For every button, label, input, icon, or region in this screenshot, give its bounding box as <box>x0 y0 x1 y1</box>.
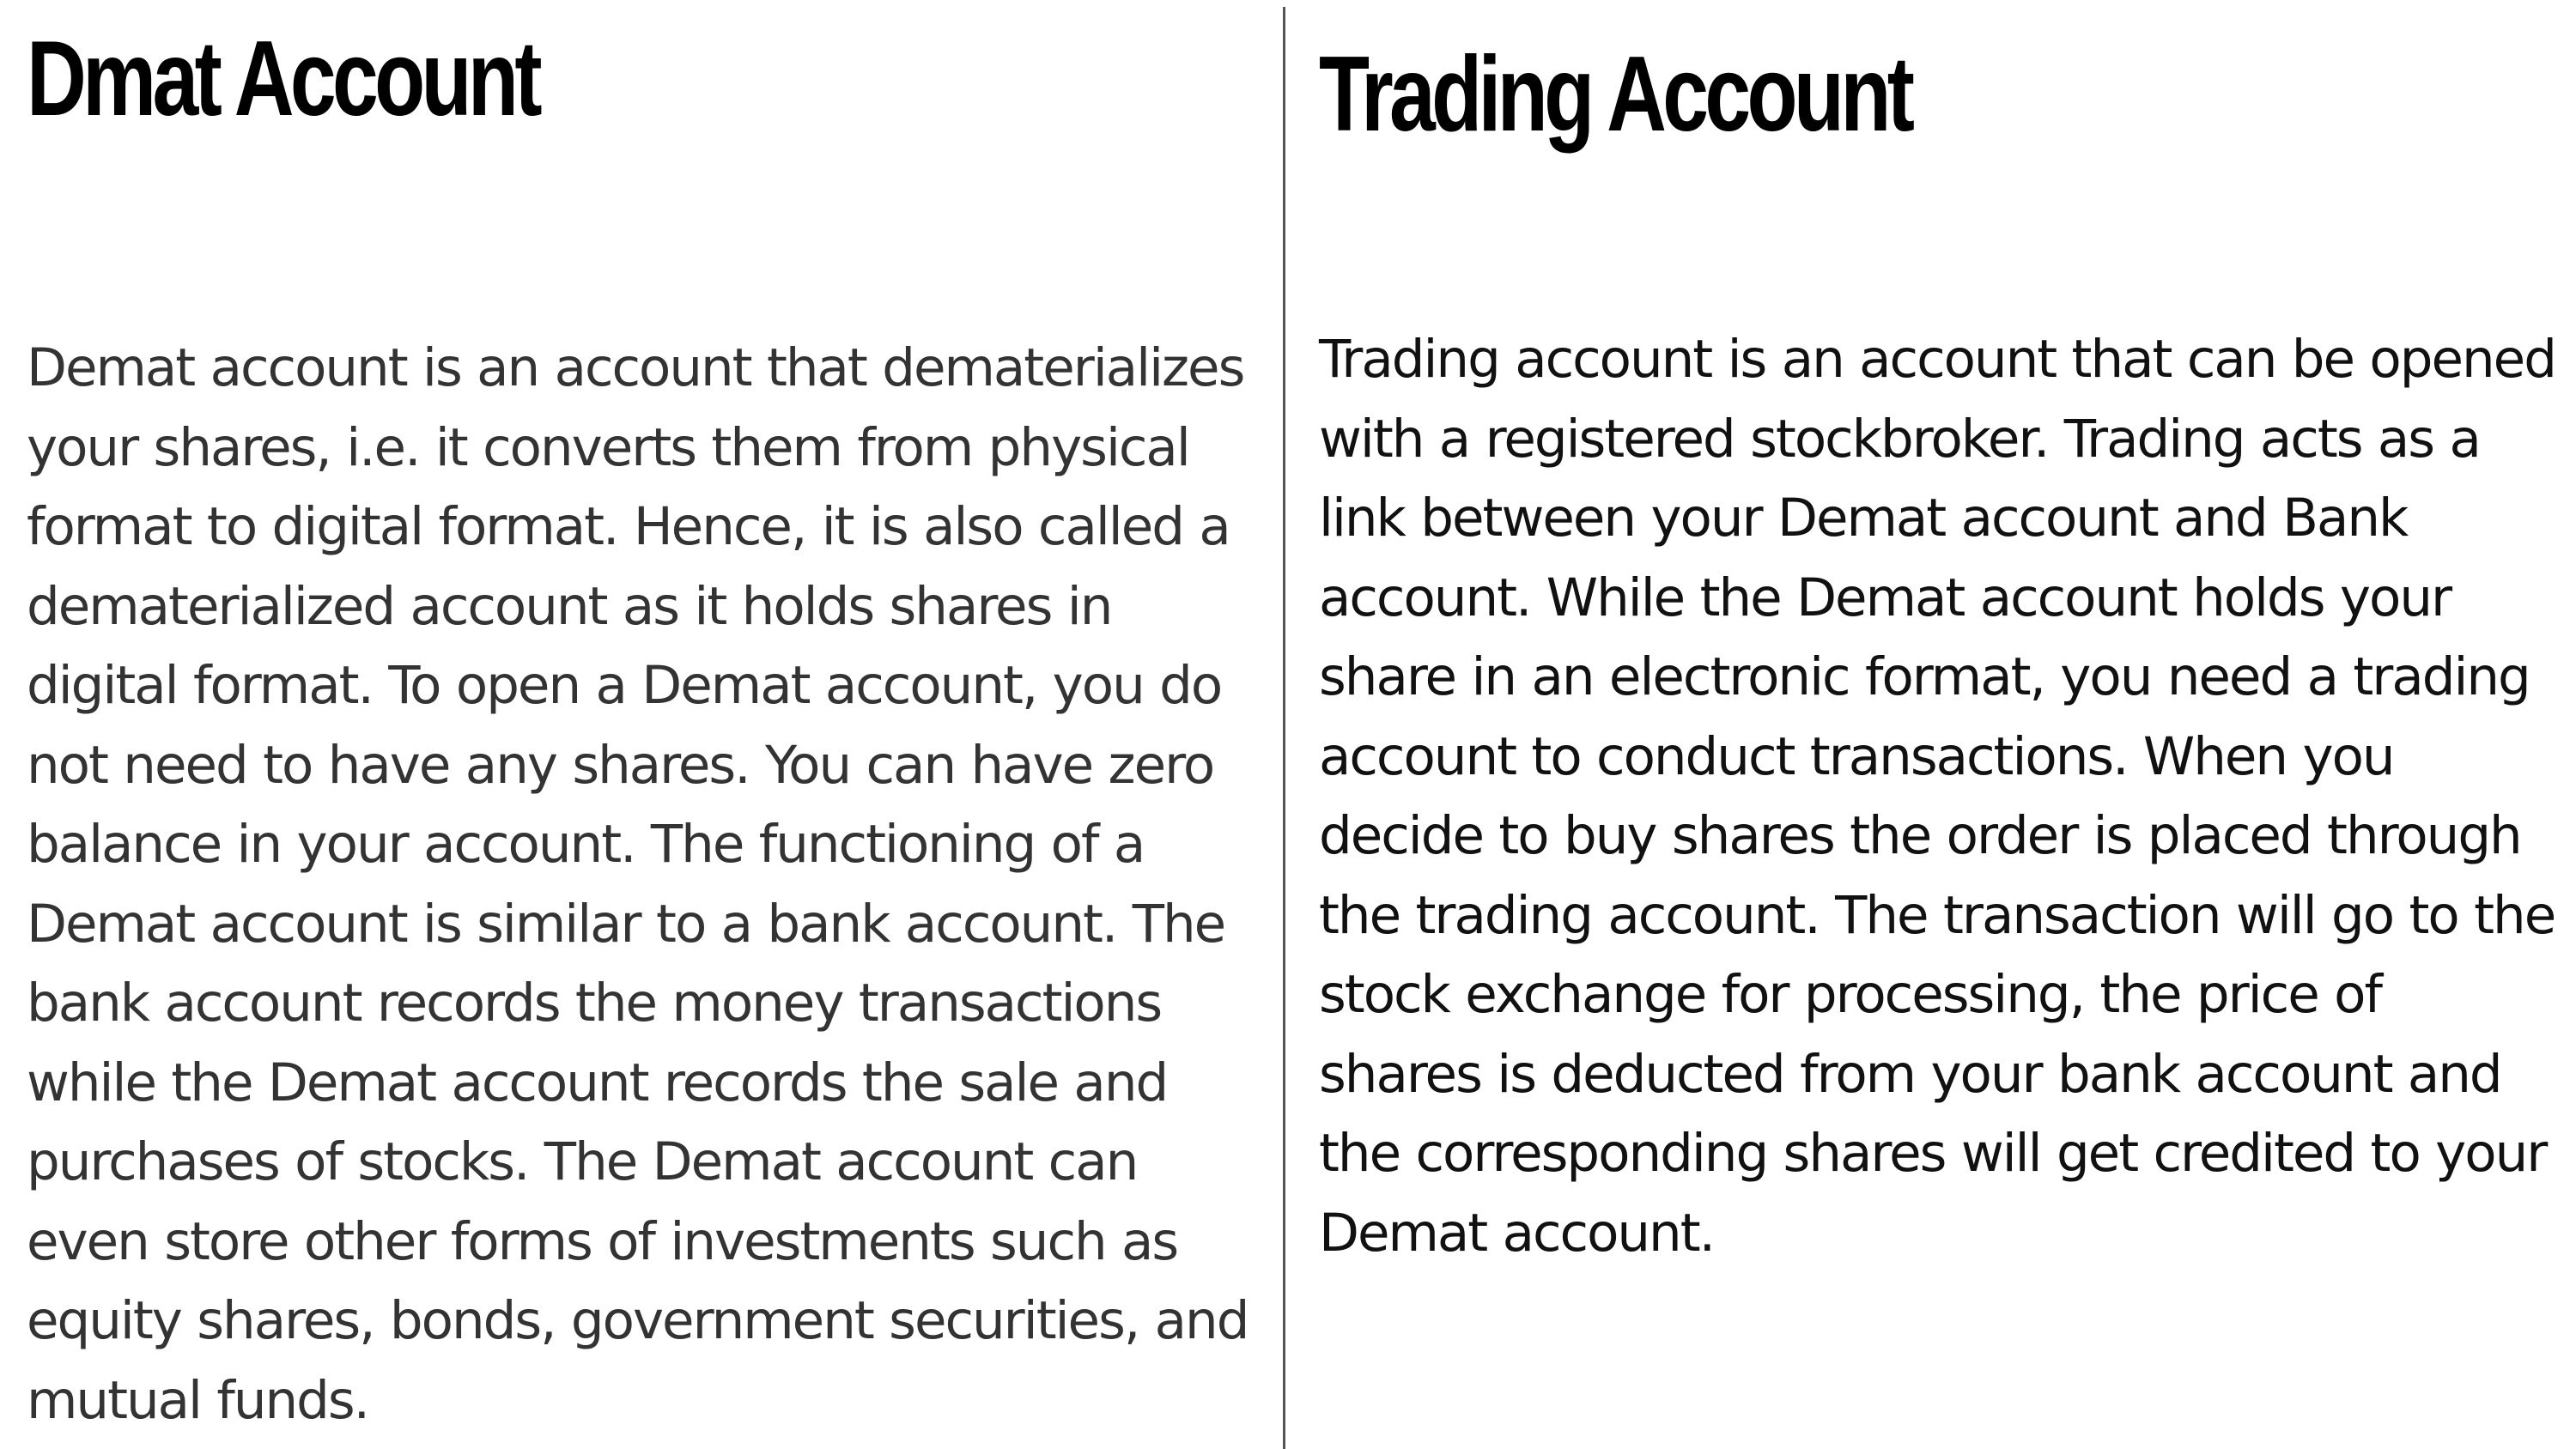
column-divider <box>1283 7 1285 1449</box>
dmat-account-title: Dmat Account <box>27 20 543 138</box>
trading-account-description: Trading account is an account that can b… <box>1319 329 2557 1264</box>
trading-account-title: Trading Account <box>1319 35 1915 154</box>
dmat-account-description: Demat account is an account that demater… <box>27 337 1249 1431</box>
